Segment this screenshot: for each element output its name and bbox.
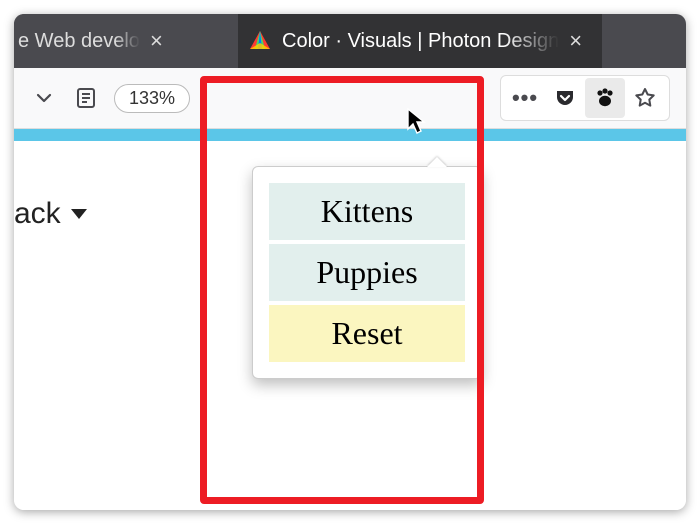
reader-view-icon[interactable] — [64, 78, 108, 118]
accent-bar — [14, 129, 686, 141]
ellipsis-icon: ••• — [512, 85, 538, 111]
page-dropdown[interactable]: ack — [14, 197, 87, 231]
toolbar-right: ••• — [500, 75, 670, 121]
pocket-icon[interactable] — [545, 78, 585, 118]
tab-active[interactable]: Color · Visuals | Photon Design × — [238, 14, 602, 68]
bookmark-star-icon[interactable] — [625, 78, 665, 118]
popup-item-reset[interactable]: Reset — [269, 305, 465, 362]
popup-item-kittens[interactable]: Kittens — [269, 183, 465, 240]
tab-label: e Web develo — [14, 30, 140, 53]
tab-label: Color · Visuals | Photon Design — [282, 30, 559, 53]
photon-favicon — [248, 29, 272, 53]
tab-inactive[interactable]: e Web develo × — [14, 14, 238, 68]
close-tab-icon[interactable]: × — [150, 30, 163, 52]
toolbar-left: 133% — [14, 78, 196, 118]
tab-strip: e Web develo × Color · Visuals | Photon … — [14, 14, 686, 68]
close-tab-icon[interactable]: × — [569, 30, 582, 52]
toolbar: 133% ••• — [14, 68, 686, 129]
caret-down-icon — [71, 209, 87, 219]
extension-popup: Kittens Puppies Reset — [252, 166, 482, 379]
zoom-level-badge[interactable]: 133% — [114, 84, 190, 113]
page-actions-icon[interactable]: ••• — [505, 78, 545, 118]
chevron-down-icon[interactable] — [24, 78, 64, 118]
page-dropdown-label: ack — [14, 197, 61, 231]
extension-paw-icon[interactable] — [585, 78, 625, 118]
popup-item-puppies[interactable]: Puppies — [269, 244, 465, 301]
